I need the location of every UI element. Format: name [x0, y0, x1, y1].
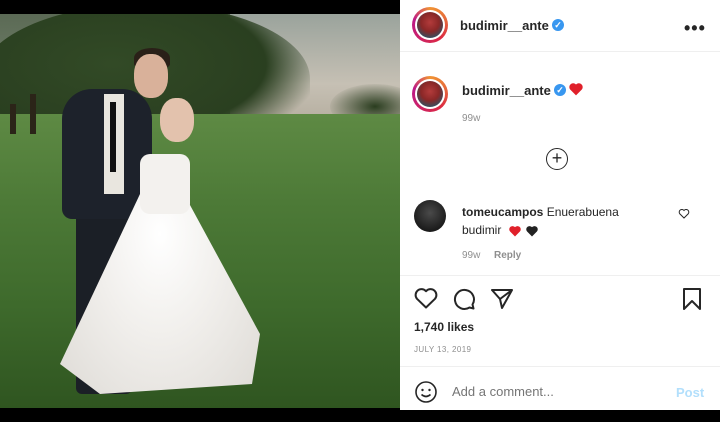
paper-plane-icon[interactable]: [490, 288, 514, 310]
bride-head: [160, 98, 194, 142]
dress-bodice: [140, 154, 190, 214]
post-date: JULY 13, 2019: [414, 345, 472, 354]
groom-tie: [110, 102, 116, 172]
instagram-post-view: budimir__ante ✓ ••• budimir__ante ✓ 99w …: [0, 0, 720, 422]
reply-link[interactable]: Reply: [494, 250, 521, 261]
author-username[interactable]: budimir__ante: [460, 18, 549, 33]
caption-timestamp: 99w: [462, 113, 481, 124]
verified-icon: ✓: [554, 84, 566, 96]
commenter-username[interactable]: tomeucampos: [462, 205, 543, 219]
comment-like-icon[interactable]: [678, 208, 690, 219]
red-heart-emoji-icon: [508, 225, 521, 237]
tree-trunk: [10, 104, 16, 134]
comment-mention[interactable]: budimir: [462, 223, 501, 237]
post-comment-button[interactable]: Post: [676, 385, 704, 400]
red-heart-emoji-icon: [569, 83, 583, 96]
caption-username[interactable]: budimir__ante: [462, 83, 551, 98]
commenter-avatar[interactable]: [414, 200, 446, 232]
comment-body: tomeucampos Enuerabuena budimir: [462, 203, 672, 239]
comment-timestamp: 99w: [462, 250, 481, 261]
divider: [400, 275, 720, 276]
caption-avatar[interactable]: [412, 76, 448, 112]
groom-head: [134, 54, 168, 98]
post-side-panel: budimir__ante ✓ ••• budimir__ante ✓ 99w …: [400, 0, 720, 418]
tree-trunk: [30, 94, 36, 134]
post-photo[interactable]: [0, 14, 400, 408]
speech-bubble-icon[interactable]: [452, 287, 476, 311]
bottom-strip: [0, 410, 720, 422]
bookmark-icon[interactable]: [682, 287, 702, 311]
divider: [400, 366, 720, 367]
add-comment-input[interactable]: [452, 384, 652, 399]
post-header: budimir__ante ✓ •••: [400, 0, 720, 52]
comment-text: Enuerabuena: [546, 205, 619, 219]
author-avatar[interactable]: [412, 7, 448, 43]
smiley-icon[interactable]: [414, 380, 438, 404]
heart-outline-icon[interactable]: [414, 287, 438, 309]
verified-icon: ✓: [552, 19, 564, 31]
load-more-comments-icon[interactable]: +: [546, 148, 568, 170]
black-heart-emoji-icon: [526, 225, 538, 237]
likes-count[interactable]: 1,740 likes: [414, 320, 474, 334]
more-options-icon[interactable]: •••: [684, 18, 706, 39]
